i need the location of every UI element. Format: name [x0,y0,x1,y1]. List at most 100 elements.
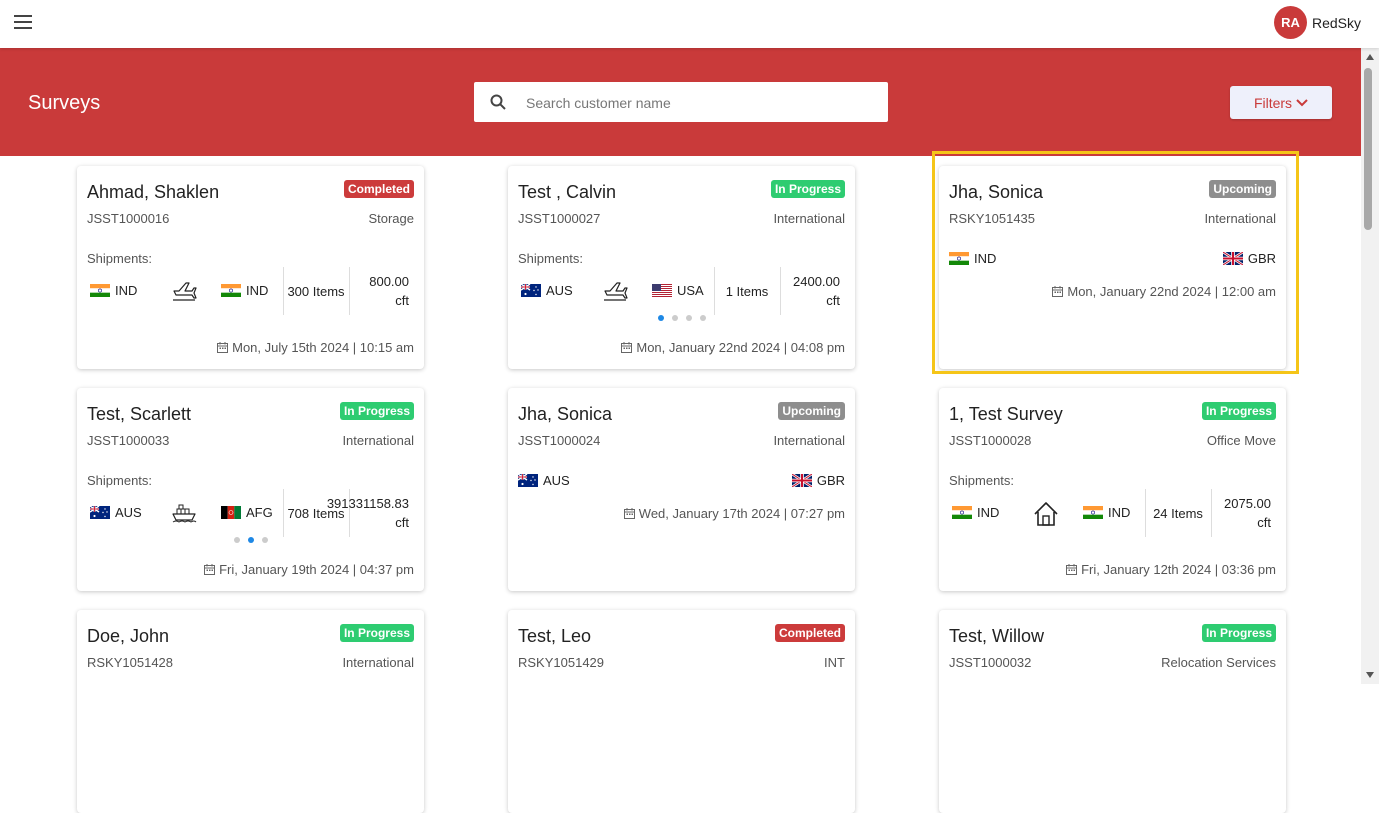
volume-text: 2075.00 cft [1224,496,1271,530]
shipments-label: Shipments: [87,251,153,266]
scroll-thumb[interactable] [1364,68,1372,230]
plane-icon [171,279,197,301]
status-badge: Upcoming [1209,180,1276,198]
volume: 800.00 cft [353,267,409,315]
flag-aus-icon [521,284,541,297]
origin-country: IND [949,251,996,266]
search-icon [490,94,506,110]
origin-code: AUS [546,283,573,298]
origin-code: AUS [543,473,570,488]
items-text: 1 Items [725,283,769,299]
items-text: 300 Items [287,283,345,299]
divider [780,267,781,315]
flag-afg-icon [221,506,241,519]
top-app-bar: RA RedSky [0,0,1379,48]
survey-code: JSST1000033 [87,433,170,448]
route-row: AUS GBR [518,473,845,489]
survey-card[interactable]: Test, Leo Completed RSKY1051429 INT [508,610,855,813]
survey-card[interactable]: Ahmad, Shaklen Completed JSST1000016 Storag… [77,166,424,369]
origin-code: IND [977,505,1000,520]
scrollbar[interactable] [1361,48,1379,684]
move-type: International [342,655,414,670]
carousel-dots [658,315,714,321]
customer-name: Doe, John [87,626,170,646]
user-menu[interactable]: RA RedSky [1273,6,1361,39]
customer-name: Test , Calvin [518,182,617,202]
survey-datetime: Wed, January 17th 2024 | 07:27 pm [623,506,845,521]
customer-name: Test, Scarlett [87,404,192,424]
items-count: 300 Items [287,267,345,315]
carousel-dots [234,537,276,543]
filters-button[interactable]: Filters [1230,86,1332,119]
move-type: INT [824,655,845,670]
route-row: IND GBR [949,251,1276,267]
scroll-up-arrow[interactable] [1366,54,1374,60]
menu-icon[interactable] [14,15,32,29]
survey-code: JSST1000016 [87,211,170,226]
flag-gbr-icon [1222,252,1243,265]
survey-card[interactable]: Jha, Sonica Upcoming JSST1000024 Internatio… [508,388,855,591]
volume: 2400.00 cft [784,267,840,315]
survey-datetime: Mon, July 15th 2024 | 10:15 am [217,340,414,355]
carousel-dot[interactable] [686,315,692,321]
shipments-label: Shipments: [87,473,153,488]
survey-code: JSST1000032 [949,655,1032,670]
origin-code: IND [974,251,997,266]
volume: 2075.00 cft [1215,489,1271,537]
volume-text: 391331158.83 cft [326,496,409,530]
carousel-dot[interactable] [700,315,706,321]
items-count: 24 Items [1149,489,1207,537]
origin-country: AUS [521,283,573,298]
customer-name: Jha, Sonica [949,182,1044,202]
destination-country: GBR [1222,251,1276,266]
customer-name: Ahmad, Shaklen [87,182,220,202]
survey-card[interactable]: 1, Test Survey In Progress JSST1000028 Offi… [939,388,1286,591]
origin-country: AUS [90,505,142,520]
destination-country: IND [221,283,268,298]
destination-code: USA [677,283,704,298]
divider [1145,489,1146,537]
shipments-label: Shipments: [949,473,1015,488]
survey-card[interactable]: Doe, John In Progress RSKY1051428 Internati… [77,610,424,813]
avatar[interactable]: RA [1273,6,1307,39]
flag-ind-icon [1083,506,1103,519]
status-badge: Upcoming [778,402,845,420]
carousel-dot[interactable] [658,315,664,321]
move-type: International [773,211,845,226]
destination-code: GBR [1247,251,1276,266]
carousel-dot[interactable] [234,537,240,543]
shipment-row: AUS USA 1 Items 2400.00 cft [518,267,845,315]
move-type: International [1204,211,1276,226]
shipments-label: Shipments: [518,251,584,266]
datetime-text: Mon, January 22nd 2024 | 04:08 pm [636,340,845,355]
flag-usa-icon [652,284,672,297]
flag-aus-icon [90,506,110,519]
username[interactable]: RedSky [1312,15,1361,31]
volume: 391331158.83 cft [327,489,409,537]
divider [283,267,284,315]
page-title: Surveys [28,92,101,114]
scroll-down-arrow[interactable] [1366,672,1374,678]
destination-code: IND [246,283,269,298]
destination-country: USA [652,283,704,298]
carousel-dot[interactable] [262,537,268,543]
survey-code: RSKY1051435 [949,211,1036,226]
carousel-dot[interactable] [672,315,678,321]
survey-card[interactable]: Jha, Sonica Upcoming RSKY1051435 Internatio… [939,166,1286,369]
search-input[interactable] [524,90,868,116]
survey-card[interactable]: Test, Scarlett In Progress JSST1000033 Inte… [77,388,424,591]
destination-code: IND [1108,505,1131,520]
divider [714,267,715,315]
calendar-icon [1052,286,1064,297]
flag-ind-icon [949,252,969,265]
flag-gbr-icon [791,474,812,487]
survey-card[interactable]: Test , Calvin In Progress JSST1000027 Inter… [508,166,855,369]
survey-code: JSST1000024 [518,433,601,448]
survey-card[interactable]: Test, Willow In Progress JSST1000032 Reloca… [939,610,1286,813]
surveys-banner: Surveys Filters [0,48,1361,156]
datetime-text: Wed, January 17th 2024 | 07:27 pm [638,506,845,521]
items-count: 1 Items [718,267,776,315]
move-type: Relocation Services [1161,655,1276,670]
carousel-dot[interactable] [248,537,254,543]
status-badge: In Progress [339,402,414,420]
